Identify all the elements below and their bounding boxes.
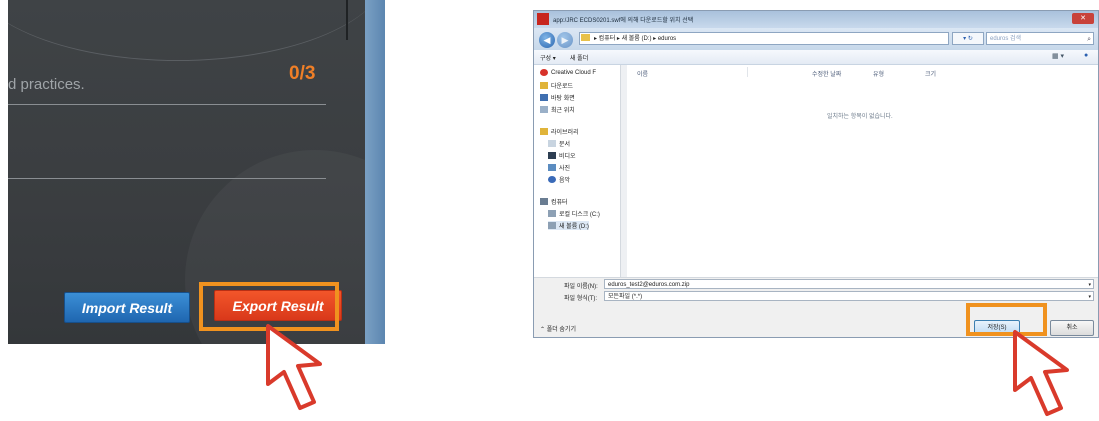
app-icon	[537, 13, 549, 25]
dropdown-arrow-icon: ▾	[1088, 282, 1091, 288]
nav-item-new-volume-d[interactable]: 새 볼륨 (D:)	[548, 221, 589, 230]
divider	[8, 104, 326, 105]
filename-label: 파일 이름(N):	[564, 284, 598, 290]
creative-cloud-icon	[540, 69, 548, 76]
nav-scrollbar[interactable]	[620, 65, 627, 277]
filetype-select[interactable]: 모든파일 (*.*) ▾	[604, 291, 1094, 301]
nav-item-downloads[interactable]: 다운로드	[540, 81, 573, 90]
view-options-icon[interactable]: ▦ ▾	[1052, 52, 1064, 60]
nav-item-creative-cloud[interactable]: Creative Cloud F	[540, 69, 596, 76]
column-date-modified[interactable]: 수정한 날짜	[812, 69, 841, 78]
dialog-titlebar: app:/JRC ECDS0201.swf에 의해 다운로드할 위치 선택 ✕	[534, 11, 1098, 28]
documents-icon	[548, 140, 556, 147]
window-background-strip	[365, 0, 385, 344]
column-name[interactable]: 이름	[637, 69, 648, 78]
forward-icon[interactable]: ▶	[557, 32, 573, 48]
nav-item-recent-places[interactable]: 최근 위치	[540, 105, 575, 114]
drive-icon	[548, 210, 556, 217]
folder-icon	[581, 34, 590, 41]
nav-item-computer[interactable]: 컴퓨터	[540, 197, 568, 206]
save-file-dialog: app:/JRC ECDS0201.swf에 의해 다운로드할 위치 선택 ✕ …	[533, 10, 1099, 338]
practices-text: d practices.	[8, 76, 85, 93]
dialog-title: app:/JRC ECDS0201.swf에 의해 다운로드할 위치 선택	[553, 18, 694, 24]
recent-places-icon	[540, 106, 548, 113]
navigation-pane: Creative Cloud F 다운로드 바탕 화면 최근 위치 라이브러리 …	[534, 65, 627, 277]
nav-item-libraries[interactable]: 라이브러리	[540, 127, 579, 136]
column-size[interactable]: 크기	[925, 69, 936, 78]
nav-item-pictures[interactable]: 사진	[548, 163, 570, 172]
desktop-icon	[540, 94, 548, 101]
videos-icon	[548, 152, 556, 159]
dialog-toolbar: 구성 ▾ 새 폴더 ▦ ▾ ●	[534, 50, 1098, 65]
filename-input[interactable]: eduros_test2@eduros.com.zip ▾	[604, 279, 1094, 289]
drive-icon	[548, 222, 556, 229]
column-type[interactable]: 유형	[873, 69, 884, 78]
refresh-button[interactable]: ▾ ↻	[952, 32, 984, 45]
search-icon: ⌕	[1087, 36, 1091, 43]
file-list: 이름 수정한 날짜 유형 크기 일치하는 항목이 없습니다.	[627, 65, 1098, 277]
hide-folders-toggle[interactable]: ⌃ 폴더 숨기기	[540, 324, 576, 333]
nav-item-music[interactable]: 음악	[548, 175, 570, 184]
organize-menu[interactable]: 구성 ▾	[540, 53, 556, 62]
music-icon	[548, 176, 556, 183]
divider	[8, 178, 326, 179]
address-field[interactable]: ▸ 컴퓨터 ▸ 새 볼륨 (D:) ▸ eduros	[579, 32, 949, 45]
back-icon[interactable]: ◀	[539, 32, 555, 48]
computer-icon	[540, 198, 548, 205]
empty-folder-message: 일치하는 항목이 없습니다.	[827, 114, 893, 120]
nav-item-videos[interactable]: 비디오	[548, 151, 576, 160]
libraries-icon	[540, 128, 548, 135]
nav-item-local-disk-c[interactable]: 로컬 디스크 (C:)	[548, 209, 600, 218]
help-icon[interactable]: ●	[1084, 52, 1088, 59]
search-placeholder: eduros 검색	[990, 36, 1022, 42]
decorative-curve	[8, 0, 385, 61]
mouse-cursor-icon	[266, 324, 322, 410]
dropdown-arrow-icon: ▾	[1088, 294, 1091, 300]
pictures-icon	[548, 164, 556, 171]
score-counter: 0/3	[289, 63, 316, 84]
column-separator	[747, 67, 748, 77]
close-button[interactable]: ✕	[1072, 13, 1094, 24]
panel-edge	[346, 0, 348, 40]
address-bar-area: ◀ ▶ ▸ 컴퓨터 ▸ 새 볼륨 (D:) ▸ eduros ▾ ↻ eduro…	[534, 28, 1098, 50]
nav-item-documents[interactable]: 문서	[548, 139, 570, 148]
search-input[interactable]: eduros 검색 ⌕	[986, 32, 1094, 45]
import-result-button[interactable]: Import Result	[64, 292, 190, 323]
filetype-label: 파일 형식(T):	[564, 296, 598, 302]
mouse-cursor-icon	[1013, 330, 1069, 416]
new-folder-button[interactable]: 새 폴더	[570, 53, 588, 62]
nav-item-desktop[interactable]: 바탕 화면	[540, 93, 575, 102]
downloads-folder-icon	[540, 82, 548, 89]
